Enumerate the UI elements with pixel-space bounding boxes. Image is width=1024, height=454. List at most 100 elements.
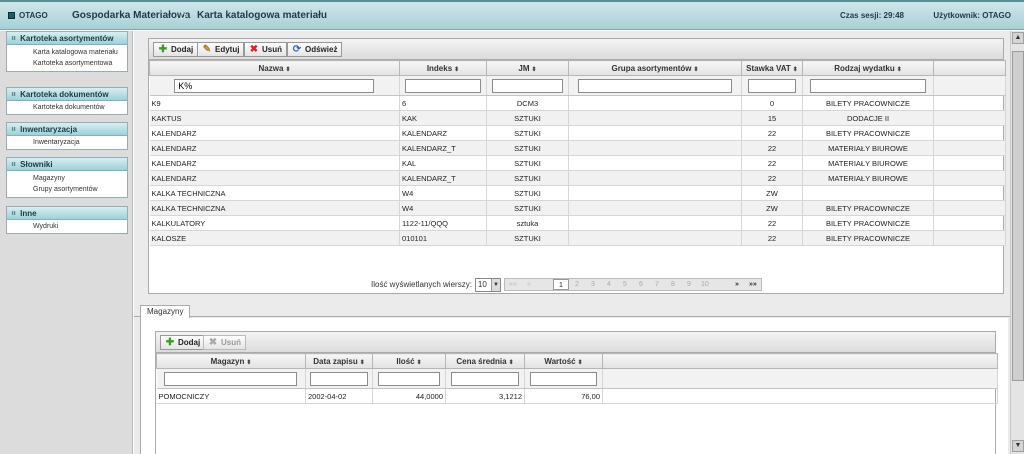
add-button[interactable]: ✚ Dodaj	[153, 42, 199, 57]
column-header-magazyn[interactable]: Magazyn ⬍	[156, 353, 306, 369]
panel-header[interactable]: ⠶ Inne	[7, 207, 127, 220]
filter-jm-input[interactable]	[492, 78, 563, 93]
filter-grupa-input[interactable]	[577, 78, 733, 93]
page-button[interactable]: 5	[617, 279, 633, 290]
delete-icon: ✖	[208, 336, 218, 348]
table-row[interactable]: KALKA TECHNICZNA W4 SZTUKI ZW	[149, 185, 1006, 201]
filter-indeks-input[interactable]	[405, 78, 481, 93]
filter-cena-input[interactable]	[450, 371, 520, 386]
page-button[interactable]: 2	[569, 279, 585, 290]
sidebar-item-karta-katalogowa[interactable]: Karta katalogowa materiału	[7, 45, 127, 58]
panel-header[interactable]: ⠶ Kartoteka dokumentów	[7, 88, 127, 101]
panel-title: Inwentaryzacja	[20, 124, 78, 134]
table-row[interactable]: KALKA TECHNICZNA W4 SZTUKI ZW BILETY PRACOWN…	[149, 200, 1006, 216]
page-button[interactable]: 7	[649, 279, 665, 290]
sidebar-item-kartoteka-dokumentow[interactable]: Kartoteka dokumentów	[7, 101, 127, 114]
page-button[interactable]: 8	[665, 279, 681, 290]
first-page-button[interactable]: ««	[505, 279, 521, 290]
table-row[interactable]: KALKULATORY 1122-11/QQQ sztuka 22 BILETY PRA…	[149, 215, 1006, 231]
table-row[interactable]: KAKTUS KAK SZTUKI 15 DODACJE II	[149, 110, 1006, 126]
stock-delete-button[interactable]: ✖ Usuń	[203, 335, 246, 350]
refresh-button[interactable]: ⟳ Odśwież	[287, 42, 343, 57]
scroll-down-icon[interactable]: ▼	[1012, 440, 1024, 452]
scroll-thumb[interactable]	[1012, 51, 1024, 381]
sort-icon[interactable]: ⬍	[454, 67, 459, 73]
column-header-wartosc[interactable]: Wartość ⬍	[524, 353, 603, 369]
page-scrollbar[interactable]: ▲ ▼	[1010, 31, 1024, 454]
page-size-select[interactable]: 10 ▼	[474, 277, 501, 292]
page-button[interactable]: 9	[681, 279, 697, 290]
column-header-grupa[interactable]: Grupa asortymentów ⬍	[568, 60, 742, 76]
table-cell: MATERIAŁY BIUROWE	[802, 140, 934, 156]
sort-icon[interactable]: ⬍	[897, 67, 902, 73]
refresh-icon: ⟳	[292, 43, 302, 55]
table-row[interactable]: KALENDARZ KALENDARZ_T SZTUKI 22 MATERIAŁY BI…	[149, 170, 1006, 186]
table-row[interactable]: KALENDARZ KALENDARZ SZTUKI 22 BILETY PRACOWN…	[149, 125, 1006, 141]
table-row[interactable]: K9 6 DCM3 0 BILETY PRACOWNICZE	[149, 95, 1006, 111]
sidebar-item-wydruki[interactable]: Wydruki	[7, 220, 127, 233]
sidebar-item-magazyny[interactable]: Magazyny	[7, 171, 127, 184]
page-button[interactable]: 3	[585, 279, 601, 290]
header-label: Cena średnia	[456, 356, 507, 366]
filter-vat-input[interactable]	[748, 78, 796, 93]
table-row[interactable]: KALENDARZ KAL SZTUKI 22 MATERIAŁY BIUROWE	[149, 155, 1006, 171]
column-header-ilosc[interactable]: Ilość ⬍	[372, 353, 446, 369]
sort-icon[interactable]: ⬍	[578, 360, 583, 366]
filter-ilosc-input[interactable]	[377, 371, 441, 386]
sort-icon[interactable]: ⬍	[793, 67, 798, 73]
table-cell	[568, 110, 742, 126]
column-header-cena[interactable]: Cena średnia ⬍	[445, 353, 525, 369]
column-header-rodzaj[interactable]: Rodzaj wydatku ⬍	[802, 60, 934, 76]
column-header-vat[interactable]: Stawka VAT ⬍	[741, 60, 803, 76]
page-button[interactable]: 10	[697, 279, 713, 290]
page-spacer	[713, 279, 729, 290]
panel-title: Słowniki	[20, 159, 53, 169]
table-row[interactable]: POMOCNICZY 2002-04-02 44,0000 3,1212 76,00	[156, 388, 998, 404]
sidebar-item-kartoteka-asortymentowa[interactable]: Kartoteka asortymentowa	[7, 58, 127, 71]
column-header-indeks[interactable]: Indeks ⬍	[399, 60, 487, 76]
table-cell	[568, 155, 742, 171]
sidebar-item-grupy-asortymentow[interactable]: Grupy asortymentów	[7, 184, 127, 197]
page-button[interactable]: 4	[601, 279, 617, 290]
chevron-down-icon[interactable]: ▼	[490, 278, 500, 291]
sort-icon[interactable]: ⬍	[246, 360, 251, 366]
table-cell: SZTUKI	[486, 185, 569, 201]
sort-icon[interactable]: ⬍	[509, 360, 514, 366]
stock-add-button[interactable]: ✚ Dodaj	[160, 335, 206, 350]
filter-magazyn-input[interactable]	[164, 371, 298, 386]
bullet-icon: ⠶	[11, 91, 17, 98]
table-row[interactable]: KALENDARZ KALENDARZ_T SZTUKI 22 MATERIAŁY BI…	[149, 140, 1006, 156]
table-cell: 22	[741, 155, 803, 171]
filter-rodzaj-input[interactable]	[810, 78, 926, 93]
edit-button[interactable]: ✎ Edytuj	[197, 42, 245, 57]
sort-icon[interactable]: ⬍	[532, 67, 537, 73]
page-button[interactable]: 6	[633, 279, 649, 290]
tab-magazyny[interactable]: Magazyny	[140, 305, 191, 318]
filter-data-input[interactable]	[310, 371, 368, 386]
panel-kartoteka-dokumentow: ⠶ Kartoteka dokumentów Kartoteka dokument…	[6, 87, 128, 115]
sort-icon[interactable]: ⬍	[360, 360, 365, 366]
delete-button[interactable]: ✖ Usuń	[244, 42, 287, 57]
breadcrumb-module[interactable]: Gospodarka Materiałowa	[72, 10, 190, 21]
sidebar-item-inwentaryzacja[interactable]: Inwentaryzacja	[7, 136, 127, 149]
column-header-data[interactable]: Data zapisu ⬍	[305, 353, 373, 369]
scroll-up-icon[interactable]: ▲	[1012, 32, 1024, 44]
sort-icon[interactable]: ⬍	[285, 67, 290, 73]
filter-wartosc-input[interactable]	[529, 371, 598, 386]
next-page-button[interactable]: »	[729, 279, 745, 290]
sort-icon[interactable]: ⬍	[693, 67, 698, 73]
filter-cell	[524, 368, 603, 389]
panel-header[interactable]: ⠶ Słowniki	[7, 158, 127, 171]
column-header-nazwa[interactable]: Nazwa ⬍	[149, 60, 400, 76]
prev-page-button[interactable]: «	[521, 279, 537, 290]
table-cell: 15	[741, 110, 803, 126]
header-label: Stawka VAT	[746, 63, 791, 73]
page-button-current[interactable]: 1	[552, 279, 569, 290]
panel-header[interactable]: ⠶ Inwentaryzacja	[7, 123, 127, 136]
column-header-jm[interactable]: JM ⬍	[486, 60, 569, 76]
table-row[interactable]: KALOSZE 010101 SZTUKI 22 BILETY PRACOWNICZE	[149, 230, 1006, 246]
last-page-button[interactable]: »»	[745, 279, 761, 290]
filter-nazwa-input[interactable]	[174, 78, 375, 93]
panel-header[interactable]: ⠶ Kartoteka asortymentów	[7, 32, 127, 45]
sort-icon[interactable]: ⬍	[417, 360, 422, 366]
